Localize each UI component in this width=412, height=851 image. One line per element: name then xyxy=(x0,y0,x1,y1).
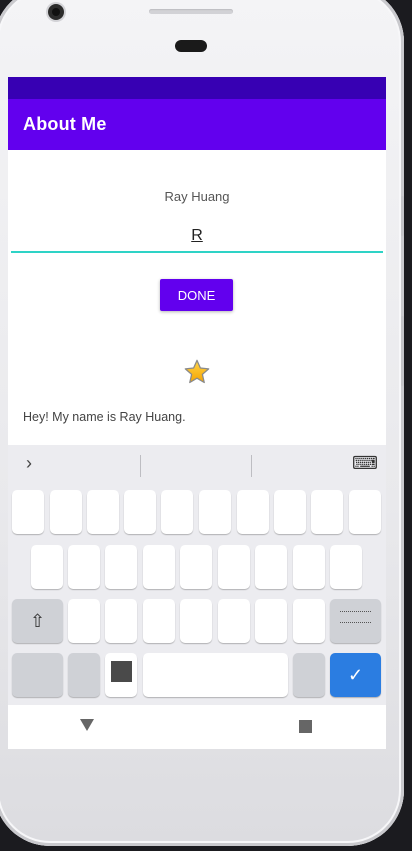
recents-square-icon[interactable] xyxy=(299,720,312,733)
name-label: Ray Huang xyxy=(164,189,230,204)
soft-keyboard: › ⌨ ⇧ ✓ xyxy=(8,445,386,705)
key[interactable] xyxy=(124,490,156,534)
backspace-icon xyxy=(340,611,371,623)
keyboard-icon[interactable]: ⌨ xyxy=(352,453,378,474)
key[interactable] xyxy=(68,599,100,643)
done-button[interactable]: DONE xyxy=(160,279,233,311)
key[interactable] xyxy=(349,490,381,534)
key[interactable] xyxy=(31,545,63,589)
navigation-bar xyxy=(8,705,386,749)
key[interactable] xyxy=(218,599,250,643)
key[interactable] xyxy=(50,490,82,534)
key[interactable] xyxy=(180,599,212,643)
shift-icon: ⇧ xyxy=(29,610,46,631)
key[interactable] xyxy=(161,490,193,534)
emoji-icon xyxy=(111,661,132,682)
key[interactable] xyxy=(87,490,119,534)
period-key[interactable] xyxy=(293,653,325,697)
star-icon[interactable] xyxy=(183,358,211,386)
enter-key[interactable]: ✓ xyxy=(330,653,381,697)
key[interactable] xyxy=(293,545,325,589)
key[interactable] xyxy=(218,545,250,589)
earpiece-speaker xyxy=(149,9,233,14)
key[interactable] xyxy=(311,490,343,534)
power-button xyxy=(401,316,404,386)
back-triangle-icon[interactable] xyxy=(80,719,94,731)
app-bar: About Me xyxy=(8,99,386,150)
key[interactable] xyxy=(12,490,44,534)
key[interactable] xyxy=(180,545,212,589)
key[interactable] xyxy=(199,490,231,534)
comma-key[interactable] xyxy=(68,653,100,697)
front-camera xyxy=(48,4,64,20)
key[interactable] xyxy=(330,545,362,589)
proximity-sensor xyxy=(175,40,207,52)
suggestion-divider xyxy=(140,455,141,477)
key[interactable] xyxy=(237,490,269,534)
suggestion-strip: › ⌨ xyxy=(8,445,386,483)
shift-key[interactable]: ⇧ xyxy=(12,599,63,643)
key[interactable] xyxy=(274,490,306,534)
emoji-key[interactable] xyxy=(105,653,137,697)
volume-button xyxy=(401,196,404,236)
key[interactable] xyxy=(293,599,325,643)
suggestion-divider xyxy=(251,455,252,477)
check-icon: ✓ xyxy=(347,664,364,685)
symbols-key[interactable] xyxy=(12,653,63,697)
key[interactable] xyxy=(143,599,175,643)
chevron-right-icon[interactable]: › xyxy=(26,453,32,474)
nickname-input[interactable]: R xyxy=(11,227,383,253)
key[interactable] xyxy=(143,545,175,589)
key[interactable] xyxy=(255,599,287,643)
nickname-value: R xyxy=(191,227,203,244)
key[interactable] xyxy=(68,545,100,589)
key[interactable] xyxy=(105,545,137,589)
backspace-key[interactable] xyxy=(330,599,381,643)
status-bar xyxy=(8,77,386,99)
key[interactable] xyxy=(255,545,287,589)
bio-text: Hey! My name is Ray Huang. xyxy=(23,410,186,424)
space-key[interactable] xyxy=(143,653,288,697)
screen: About Me Ray Huang R DONE Hey! My name i… xyxy=(8,77,386,749)
key[interactable] xyxy=(105,599,137,643)
app-title: About Me xyxy=(23,114,107,134)
